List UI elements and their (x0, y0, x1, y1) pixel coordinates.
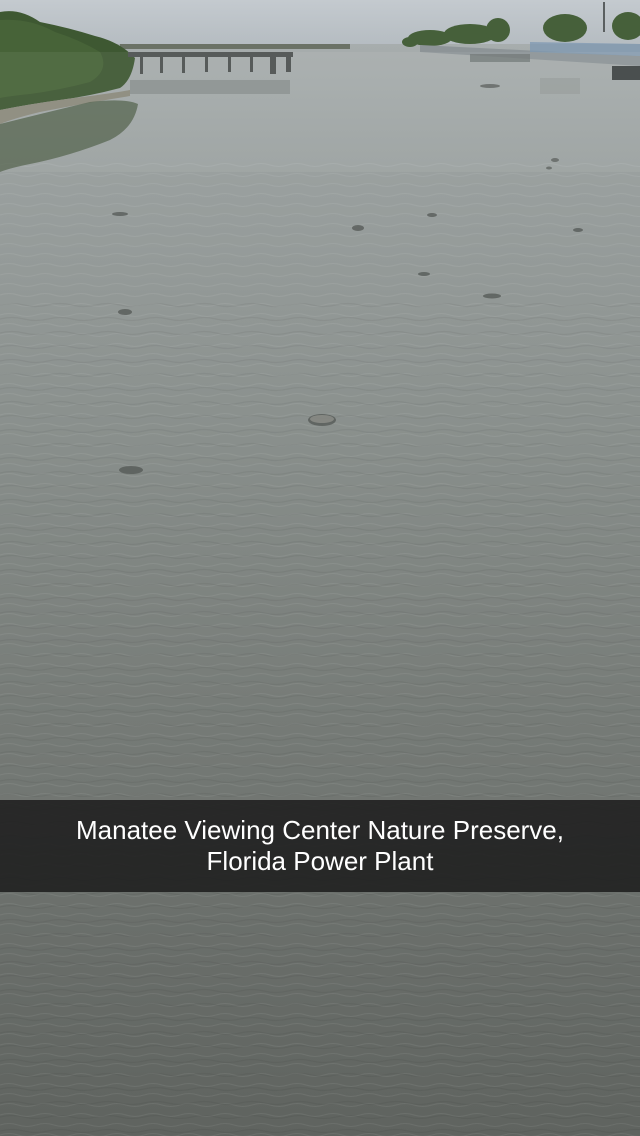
utility-pole (603, 2, 605, 32)
photo-scene: Manatee Viewing Center Nature Preserve, … (0, 0, 640, 1136)
horizon-land (120, 44, 350, 49)
water-landscape-photo (0, 0, 640, 1136)
manatee-highlight (310, 415, 334, 423)
caption-bar: Manatee Viewing Center Nature Preserve, … (0, 800, 640, 892)
caption-line-1: Manatee Viewing Center Nature Preserve, (76, 815, 564, 845)
caption-line-2: Florida Power Plant (206, 846, 434, 876)
